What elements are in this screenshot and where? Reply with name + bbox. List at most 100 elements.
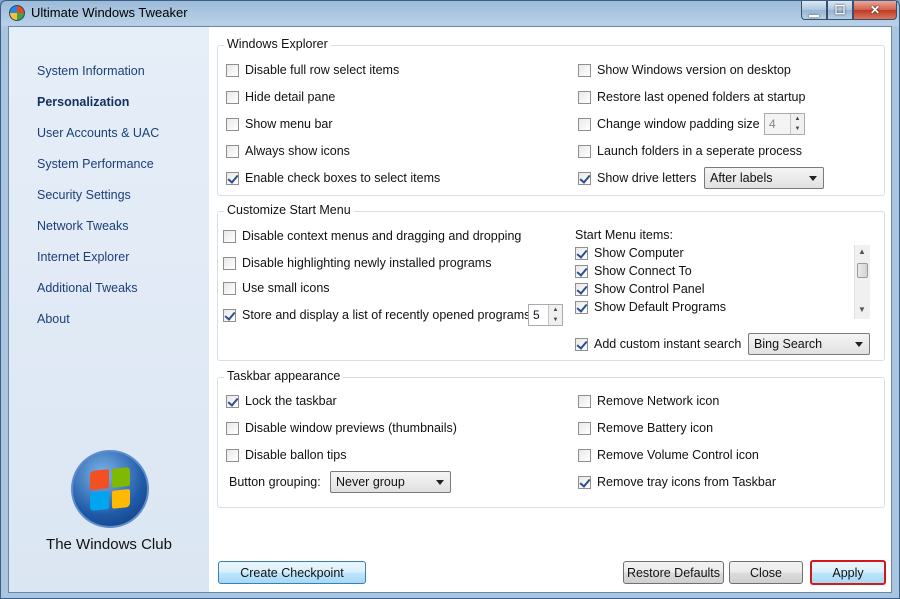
checkbox-disable-highlighting[interactable]: Disable highlighting newly installed pro…	[223, 256, 491, 270]
checkbox-enable-check-boxes[interactable]: Enable check boxes to select items	[226, 171, 440, 185]
drive-letters-dropdown[interactable]: After labels	[704, 167, 824, 189]
list-item-show-default-programs[interactable]: Show Default Programs	[575, 300, 726, 314]
stepper-down-icon[interactable]: ▼	[549, 315, 562, 325]
sidebar-item-system-information[interactable]: System Information	[37, 64, 145, 78]
checkbox[interactable]	[226, 448, 239, 462]
sidebar-item-personalization[interactable]: Personalization	[37, 95, 129, 109]
close-window-button[interactable]: ✕	[853, 1, 897, 20]
title-bar[interactable]: Ultimate Windows Tweaker ▁ ☐ ✕	[1, 1, 899, 25]
checkbox-disable-previews[interactable]: Disable window previews (thumbnails)	[226, 421, 457, 435]
checkbox-disable-balloon-tips[interactable]: Disable ballon tips	[226, 448, 346, 462]
main-panel: Windows Explorer Disable full row select…	[209, 27, 891, 592]
maximize-button[interactable]: ☐	[827, 1, 853, 20]
stepper-up-icon[interactable]: ▲	[549, 305, 562, 315]
stepper-down-icon[interactable]: ▼	[791, 124, 804, 134]
sidebar-item-additional-tweaks[interactable]: Additional Tweaks	[37, 281, 138, 295]
checkbox[interactable]	[575, 337, 588, 351]
checkbox-remove-battery-icon[interactable]: Remove Battery icon	[578, 421, 713, 435]
checkbox-label: Disable ballon tips	[245, 448, 347, 462]
checkbox[interactable]	[575, 264, 588, 278]
checkbox[interactable]	[226, 117, 239, 131]
checkbox-always-show-icons[interactable]: Always show icons	[226, 144, 350, 158]
list-item-show-control-panel[interactable]: Show Control Panel	[575, 282, 704, 296]
close-button[interactable]: Close	[729, 561, 803, 584]
checkbox[interactable]	[223, 281, 236, 295]
checkbox[interactable]	[226, 421, 239, 435]
checkbox[interactable]	[226, 90, 239, 104]
sidebar-item-system-performance[interactable]: System Performance	[37, 157, 154, 171]
checkbox[interactable]	[575, 246, 588, 260]
checkbox-label: Hide detail pane	[245, 90, 336, 104]
checkbox-window-padding[interactable]: Change window padding size	[578, 117, 760, 131]
checkbox[interactable]	[578, 421, 591, 435]
sidebar-item-user-accounts[interactable]: User Accounts & UAC	[37, 126, 159, 140]
checkbox-label: Lock the taskbar	[245, 394, 337, 408]
checkbox-label: Show Windows version on desktop	[597, 63, 791, 77]
padding-size-stepper[interactable]: 4 ▲ ▼	[764, 113, 805, 135]
checkbox[interactable]	[578, 90, 591, 104]
scroll-down-icon[interactable]: ▼	[858, 305, 866, 314]
sidebar-item-about[interactable]: About	[37, 312, 70, 326]
checkbox[interactable]	[578, 448, 591, 462]
checkbox[interactable]	[226, 144, 239, 158]
checkbox-remove-tray-icons[interactable]: Remove tray icons from Taskbar	[578, 475, 776, 489]
windows-logo	[71, 450, 149, 528]
scroll-thumb[interactable]	[857, 263, 868, 278]
apply-button[interactable]: Apply	[810, 560, 886, 585]
app-icon	[9, 5, 25, 21]
chevron-down-icon	[809, 176, 817, 181]
checkbox-custom-instant-search[interactable]: Add custom instant search	[575, 337, 741, 351]
search-provider-dropdown[interactable]: Bing Search	[748, 333, 870, 355]
restore-defaults-button[interactable]: Restore Defaults	[623, 561, 724, 584]
checkbox-remove-network-icon[interactable]: Remove Network icon	[578, 394, 719, 408]
checkbox[interactable]	[575, 300, 588, 314]
checkbox-label: Show Connect To	[594, 264, 692, 278]
checkbox-label: Show menu bar	[245, 117, 333, 131]
checkbox-recent-programs[interactable]: Store and display a list of recently ope…	[223, 308, 530, 322]
checkbox-hide-detail-pane[interactable]: Hide detail pane	[226, 90, 335, 104]
checkbox-label: Always show icons	[245, 144, 350, 158]
list-scrollbar[interactable]: ▲ ▼	[854, 245, 870, 319]
checkbox-restore-folders[interactable]: Restore last opened folders at startup	[578, 90, 805, 104]
checkbox-show-menu-bar[interactable]: Show menu bar	[226, 117, 333, 131]
checkbox[interactable]	[223, 229, 236, 243]
minimize-button[interactable]: ▁	[801, 1, 827, 20]
checkbox-label: Show drive letters	[597, 171, 697, 185]
checkbox-disable-context-menus[interactable]: Disable context menus and dragging and d…	[223, 229, 521, 243]
sidebar-item-security-settings[interactable]: Security Settings	[37, 188, 131, 202]
sidebar-item-network-tweaks[interactable]: Network Tweaks	[37, 219, 128, 233]
checkbox-lock-taskbar[interactable]: Lock the taskbar	[226, 394, 337, 408]
logo-caption: The Windows Club	[46, 536, 172, 553]
checkbox[interactable]	[223, 256, 236, 270]
start-menu-items-list[interactable]: Show Computer Show Connect To Show Contr…	[574, 245, 872, 319]
checkbox[interactable]	[578, 117, 591, 131]
checkbox-show-drive-letters[interactable]: Show drive letters	[578, 171, 696, 185]
recent-programs-stepper[interactable]: 5 ▲ ▼	[528, 304, 563, 326]
scroll-up-icon[interactable]: ▲	[858, 247, 866, 256]
window-title: Ultimate Windows Tweaker	[31, 5, 188, 20]
list-item-show-connect-to[interactable]: Show Connect To	[575, 264, 692, 278]
checkbox[interactable]	[578, 144, 591, 158]
button-grouping-dropdown[interactable]: Never group	[330, 471, 451, 493]
list-item-show-computer[interactable]: Show Computer	[575, 246, 684, 260]
checkbox[interactable]	[223, 308, 236, 322]
checkbox[interactable]	[578, 475, 591, 489]
checkbox[interactable]	[575, 282, 588, 296]
create-checkpoint-button[interactable]: Create Checkpoint	[218, 561, 366, 584]
checkbox-label: Change window padding size	[597, 117, 760, 131]
stepper-up-icon[interactable]: ▲	[791, 114, 804, 124]
checkbox-use-small-icons[interactable]: Use small icons	[223, 281, 330, 295]
checkbox-launch-separate-process[interactable]: Launch folders in a seperate process	[578, 144, 802, 158]
checkbox[interactable]	[226, 63, 239, 77]
chevron-down-icon	[436, 480, 444, 485]
checkbox-full-row-select[interactable]: Disable full row select items	[226, 63, 399, 77]
start-menu-items-label: Start Menu items:	[575, 228, 673, 242]
checkbox[interactable]	[578, 171, 591, 185]
checkbox[interactable]	[226, 171, 239, 185]
checkbox[interactable]	[226, 394, 239, 408]
checkbox-show-windows-version[interactable]: Show Windows version on desktop	[578, 63, 791, 77]
checkbox[interactable]	[578, 63, 591, 77]
checkbox[interactable]	[578, 394, 591, 408]
sidebar-item-internet-explorer[interactable]: Internet Explorer	[37, 250, 129, 264]
checkbox-remove-volume-icon[interactable]: Remove Volume Control icon	[578, 448, 759, 462]
